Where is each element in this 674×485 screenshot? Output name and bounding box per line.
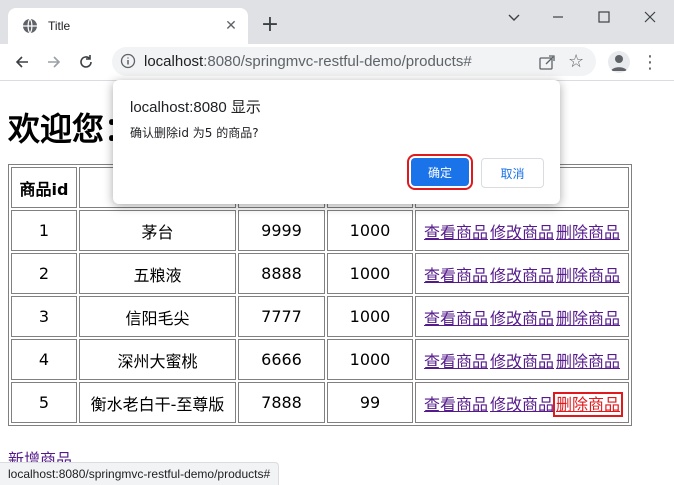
cell-id: 3 (11, 296, 77, 337)
cell-price: 9999 (238, 210, 325, 251)
view-product-link[interactable]: 查看商品 (424, 395, 488, 414)
plus-icon[interactable]: + (258, 14, 282, 38)
delete-product-link[interactable]: 删除商品 (556, 266, 620, 285)
edit-product-link[interactable]: 修改商品 (490, 352, 554, 371)
delete-product-link[interactable]: 删除商品 (556, 352, 620, 371)
browser-tab[interactable]: Title ✕ (8, 8, 248, 44)
cell-id: 5 (11, 382, 77, 423)
cell-name: 茅台 (79, 210, 236, 251)
cell-name: 深州大蜜桃 (79, 339, 236, 380)
cell-id: 2 (11, 253, 77, 294)
cell-actions: 查看商品 修改商品 删除商品 (415, 382, 629, 423)
dialog-message: 确认删除id 为5 的商品? (130, 126, 259, 140)
table-row: 1 茅台 9999 1000 查看商品 修改商品 删除商品 (11, 210, 629, 251)
back-icon[interactable] (10, 50, 34, 74)
minimize-icon[interactable] (542, 6, 574, 28)
tab-title: Title (48, 19, 71, 33)
view-product-link[interactable]: 查看商品 (424, 352, 488, 371)
delete-product-link[interactable]: 删除商品 (556, 223, 620, 242)
cell-price: 7888 (238, 382, 325, 423)
cell-stock: 99 (327, 382, 413, 423)
maximize-icon[interactable] (588, 6, 620, 28)
close-icon[interactable]: ✕ (222, 17, 240, 35)
cell-id: 4 (11, 339, 77, 380)
edit-product-link[interactable]: 修改商品 (490, 309, 554, 328)
info-icon[interactable] (120, 53, 136, 69)
cell-stock: 1000 (327, 296, 413, 337)
cell-name: 衡水老白干-至尊版 (79, 382, 236, 423)
view-product-link[interactable]: 查看商品 (424, 223, 488, 242)
cell-id: 1 (11, 210, 77, 251)
browser-toolbar: localhost:8080/springmvc-restful-demo/pr… (0, 44, 674, 81)
globe-icon (22, 18, 38, 34)
delete-product-link[interactable]: 删除商品 (556, 309, 620, 328)
url-text: localhost:8080/springmvc-restful-demo/pr… (144, 53, 472, 70)
confirm-cancel-button[interactable]: 取消 (481, 158, 544, 188)
status-bar: localhost:8080/springmvc-restful-demo/pr… (0, 462, 280, 485)
cell-name: 信阳毛尖 (79, 296, 236, 337)
edit-product-link[interactable]: 修改商品 (490, 395, 554, 414)
confirm-dialog: localhost:8080 显示 确认删除id 为5 的商品? 确定 取消 (113, 80, 560, 204)
table-row: 2 五粮液 8888 1000 查看商品 修改商品 删除商品 (11, 253, 629, 294)
cell-stock: 1000 (327, 210, 413, 251)
menu-icon[interactable]: ⋮ (641, 51, 659, 73)
forward-icon[interactable] (42, 50, 66, 74)
confirm-ok-button[interactable]: 确定 (407, 154, 473, 190)
cell-actions: 查看商品 修改商品 删除商品 (415, 296, 629, 337)
cell-actions: 查看商品 修改商品 删除商品 (415, 339, 629, 380)
column-header: 商品id (11, 167, 77, 208)
edit-product-link[interactable]: 修改商品 (490, 223, 554, 242)
share-icon[interactable] (538, 53, 556, 71)
tab-strip: Title ✕ + (0, 0, 674, 44)
cell-stock: 1000 (327, 339, 413, 380)
edit-product-link[interactable]: 修改商品 (490, 266, 554, 285)
table-row: 4 深州大蜜桃 6666 1000 查看商品 修改商品 删除商品 (11, 339, 629, 380)
table-row: 3 信阳毛尖 7777 1000 查看商品 修改商品 删除商品 (11, 296, 629, 337)
reload-icon[interactable] (74, 50, 98, 74)
delete-product-link[interactable]: 删除商品 (552, 391, 624, 417)
cell-actions: 查看商品 修改商品 删除商品 (415, 253, 629, 294)
table-row: 5 衡水老白干-至尊版 7888 99 查看商品 修改商品 删除商品 (11, 382, 629, 423)
cell-price: 6666 (238, 339, 325, 380)
cell-actions: 查看商品 修改商品 删除商品 (415, 210, 629, 251)
address-bar[interactable]: localhost:8080/springmvc-restful-demo/pr… (112, 47, 596, 76)
dialog-origin: localhost:8080 显示 (130, 99, 261, 116)
window-close-icon[interactable] (634, 6, 666, 28)
cell-price: 8888 (238, 253, 325, 294)
star-icon[interactable]: ☆ (568, 51, 584, 72)
cell-stock: 1000 (327, 253, 413, 294)
view-product-link[interactable]: 查看商品 (424, 309, 488, 328)
profile-icon[interactable] (608, 51, 630, 73)
cell-price: 7777 (238, 296, 325, 337)
chevron-down-icon[interactable] (498, 6, 530, 28)
view-product-link[interactable]: 查看商品 (424, 266, 488, 285)
cell-name: 五粮液 (79, 253, 236, 294)
